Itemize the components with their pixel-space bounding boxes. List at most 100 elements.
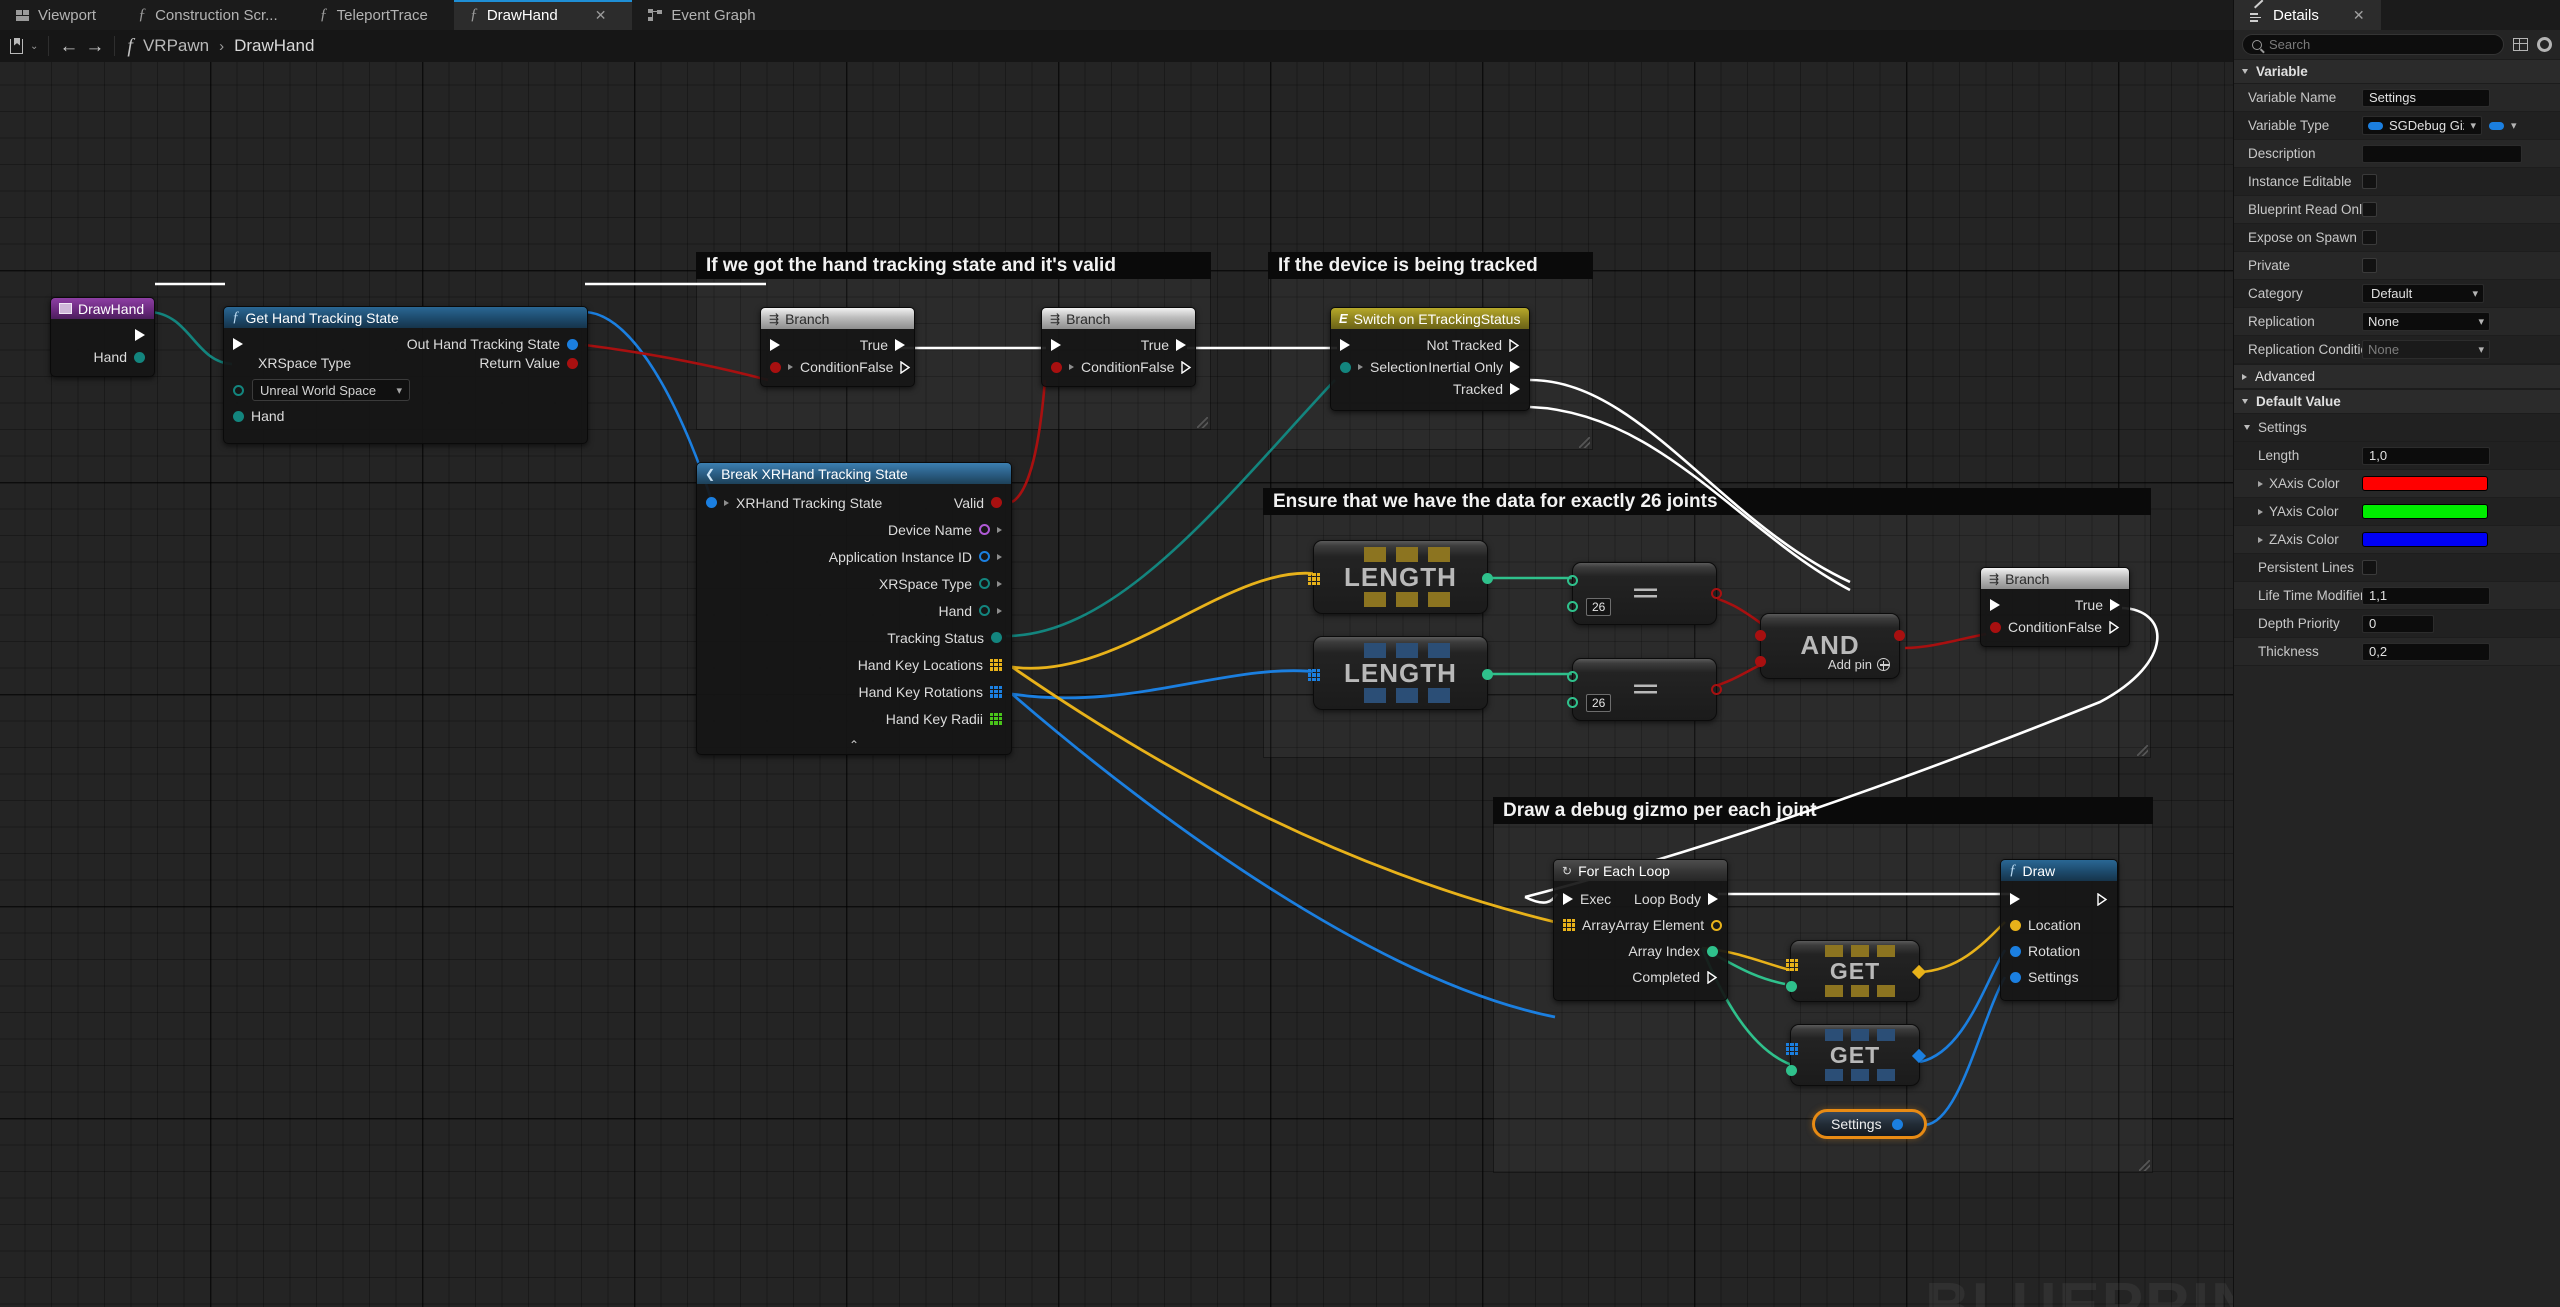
pin-row-exec[interactable]: Out Hand Tracking State (224, 333, 587, 355)
property-row-xaxis-color[interactable]: XAxis Color (2234, 470, 2560, 498)
exec-in-pin[interactable] (1340, 339, 1350, 351)
property-row-persistent-lines[interactable]: Persistent Lines (2234, 554, 2560, 582)
tab-teleport-trace[interactable]: ƒ TeleportTrace (304, 0, 454, 30)
blueprint-read-only-checkbox[interactable] (2362, 202, 2377, 217)
hand-key-radii-out-pin[interactable] (990, 713, 1002, 725)
pin-row-exec[interactable] (2001, 886, 2117, 912)
condition-pin[interactable] (770, 362, 781, 373)
settings-in-pin[interactable] (2010, 972, 2021, 983)
pin-row-exec-out[interactable] (51, 324, 154, 346)
true-exec-pin[interactable] (1176, 339, 1186, 351)
search-input[interactable]: Search (2242, 34, 2504, 55)
index-in-pin[interactable] (1786, 1065, 1797, 1076)
false-exec-pin[interactable] (900, 361, 911, 374)
chevron-down-icon[interactable] (2242, 399, 2248, 404)
node-and[interactable]: AND Add pin (1760, 613, 1900, 679)
node-for-each-loop[interactable]: ↻ For Each Loop Exec Loop Body (1553, 859, 1728, 1001)
forward-arrow-icon[interactable]: → (85, 37, 104, 56)
exec-in-pin[interactable] (770, 339, 780, 351)
literal-value[interactable]: 26 (1586, 598, 1611, 616)
true-exec-pin[interactable] (895, 339, 905, 351)
true-exec-pin[interactable] (2110, 599, 2120, 611)
xrspace-type-pin[interactable] (233, 385, 244, 396)
pin-row-rotation[interactable]: Rotation (2001, 938, 2117, 964)
pin-row-array-index[interactable]: Array Index (1554, 938, 1727, 964)
bookmark-group[interactable]: ⌄ (0, 30, 48, 62)
node-draw[interactable]: ƒ Draw Location Rotation (2000, 859, 2118, 1001)
device-name-out-pin[interactable] (979, 524, 990, 535)
pin-row-condition[interactable]: Condition False (1042, 356, 1195, 378)
exec-in-pin[interactable] (1051, 339, 1061, 351)
property-row-private[interactable]: Private (2234, 252, 2560, 280)
literal-value[interactable]: 26 (1586, 694, 1611, 712)
zaxis-color-swatch[interactable] (2362, 532, 2488, 547)
close-icon[interactable]: ✕ (595, 7, 607, 24)
node-branch-2[interactable]: ⇶ Branch True Condition (1041, 307, 1196, 387)
pin-row-application-instance-id[interactable]: Application Instance ID (697, 543, 1011, 570)
yaxis-color-swatch[interactable] (2362, 504, 2488, 519)
chevron-down-icon[interactable]: ▾ (2511, 119, 2517, 132)
length-out-pin[interactable] (1482, 669, 1493, 680)
array-in-pin[interactable] (1563, 919, 1575, 931)
length-field[interactable]: 1,0 (2362, 447, 2490, 465)
property-row-yaxis-color[interactable]: YAxis Color (2234, 498, 2560, 526)
property-row-depth-priority[interactable]: Depth Priority 0 (2234, 610, 2560, 638)
container-type-icon[interactable] (2489, 122, 2504, 130)
thickness-field[interactable]: 0,2 (2362, 643, 2490, 661)
return-value-pin[interactable] (567, 358, 578, 369)
tab-drawhand[interactable]: ƒ DrawHand ✕ (454, 0, 633, 30)
node-length-rotations[interactable]: LENGTH (1313, 636, 1488, 710)
exec-in-pin[interactable] (1563, 893, 1573, 905)
valid-out-pin[interactable] (991, 497, 1002, 508)
chevron-right-icon[interactable] (2258, 537, 2263, 543)
hand-key-locations-out-pin[interactable] (990, 659, 1002, 671)
pin-row-selection[interactable]: Selection Inertial Only (1331, 356, 1529, 378)
array-in-pin[interactable] (1786, 959, 1798, 971)
pin-row-hand[interactable]: Hand (697, 597, 1011, 624)
equals-b-in-pin[interactable] (1567, 601, 1578, 612)
exec-in-pin[interactable] (1990, 599, 2000, 611)
tab-viewport[interactable]: Viewport (0, 0, 122, 30)
pin-row-array[interactable]: Array Array Element (1554, 912, 1727, 938)
property-row-variable-type[interactable]: Variable Type SGDebug Giz ▾ ▾ (2234, 112, 2560, 140)
group-header-settings[interactable]: Settings (2234, 414, 2560, 442)
hand-in-pin[interactable] (233, 411, 244, 422)
not-tracked-exec-pin[interactable] (1509, 339, 1520, 352)
condition-pin[interactable] (1990, 622, 2001, 633)
exec-in-pin[interactable] (2010, 893, 2020, 905)
inertial-only-exec-pin[interactable] (1510, 361, 1520, 373)
property-row-thickness[interactable]: Thickness 0,2 (2234, 638, 2560, 666)
node-branch-1[interactable]: ⇶ Branch True Condition (760, 307, 915, 387)
pin-row-exec[interactable]: Exec Loop Body (1554, 886, 1727, 912)
breadcrumb-parent[interactable]: VRPawn (143, 36, 209, 56)
tracking-status-out-pin[interactable] (991, 632, 1002, 643)
resize-handle[interactable] (1196, 416, 1208, 428)
back-arrow-icon[interactable]: ← (59, 37, 78, 56)
array-index-out-pin[interactable] (1707, 946, 1718, 957)
exec-out-pin[interactable] (135, 329, 145, 341)
property-row-zaxis-color[interactable]: ZAxis Color (2234, 526, 2560, 554)
section-header-variable[interactable]: Variable (2234, 59, 2560, 84)
breadcrumb-current[interactable]: DrawHand (234, 36, 314, 56)
xaxis-color-swatch[interactable] (2362, 476, 2488, 491)
node-equals-26-locations[interactable]: == 26 (1572, 562, 1717, 625)
hand-out-pin[interactable] (134, 352, 145, 363)
loop-body-exec-pin[interactable] (1708, 893, 1718, 905)
selection-pin[interactable] (1340, 362, 1351, 373)
chevron-right-icon[interactable] (2242, 374, 2247, 380)
collapse-chevron-icon[interactable]: ⌃ (697, 738, 1011, 752)
node-switch-etrackingstatus[interactable]: E Switch on ETrackingStatus Not Tracked … (1330, 307, 1530, 411)
and-result-out-pin[interactable] (1894, 630, 1905, 641)
pin-row-exec[interactable]: True (1981, 594, 2129, 616)
pin-row-hand-key-rotations[interactable]: Hand Key Rotations (697, 678, 1011, 705)
array-element-out-pin[interactable] (1711, 920, 1722, 931)
replication-condition-dropdown[interactable]: None ▾ (2362, 340, 2490, 359)
node-break-xrhand-tracking-state[interactable]: ❮ Break XRHand Tracking State XRHand Tra… (696, 462, 1012, 755)
node-get-hand-tracking-state[interactable]: ƒ Get Hand Tracking State Out Hand Track… (223, 306, 588, 444)
array-in-pin[interactable] (1308, 573, 1320, 585)
close-icon[interactable]: ✕ (2353, 7, 2365, 24)
bookmark-icon[interactable] (10, 39, 23, 54)
property-row-category[interactable]: Category Default ▾ (2234, 280, 2560, 308)
pin-row-hand-out[interactable]: Hand (51, 346, 154, 368)
condition-pin[interactable] (1051, 362, 1062, 373)
